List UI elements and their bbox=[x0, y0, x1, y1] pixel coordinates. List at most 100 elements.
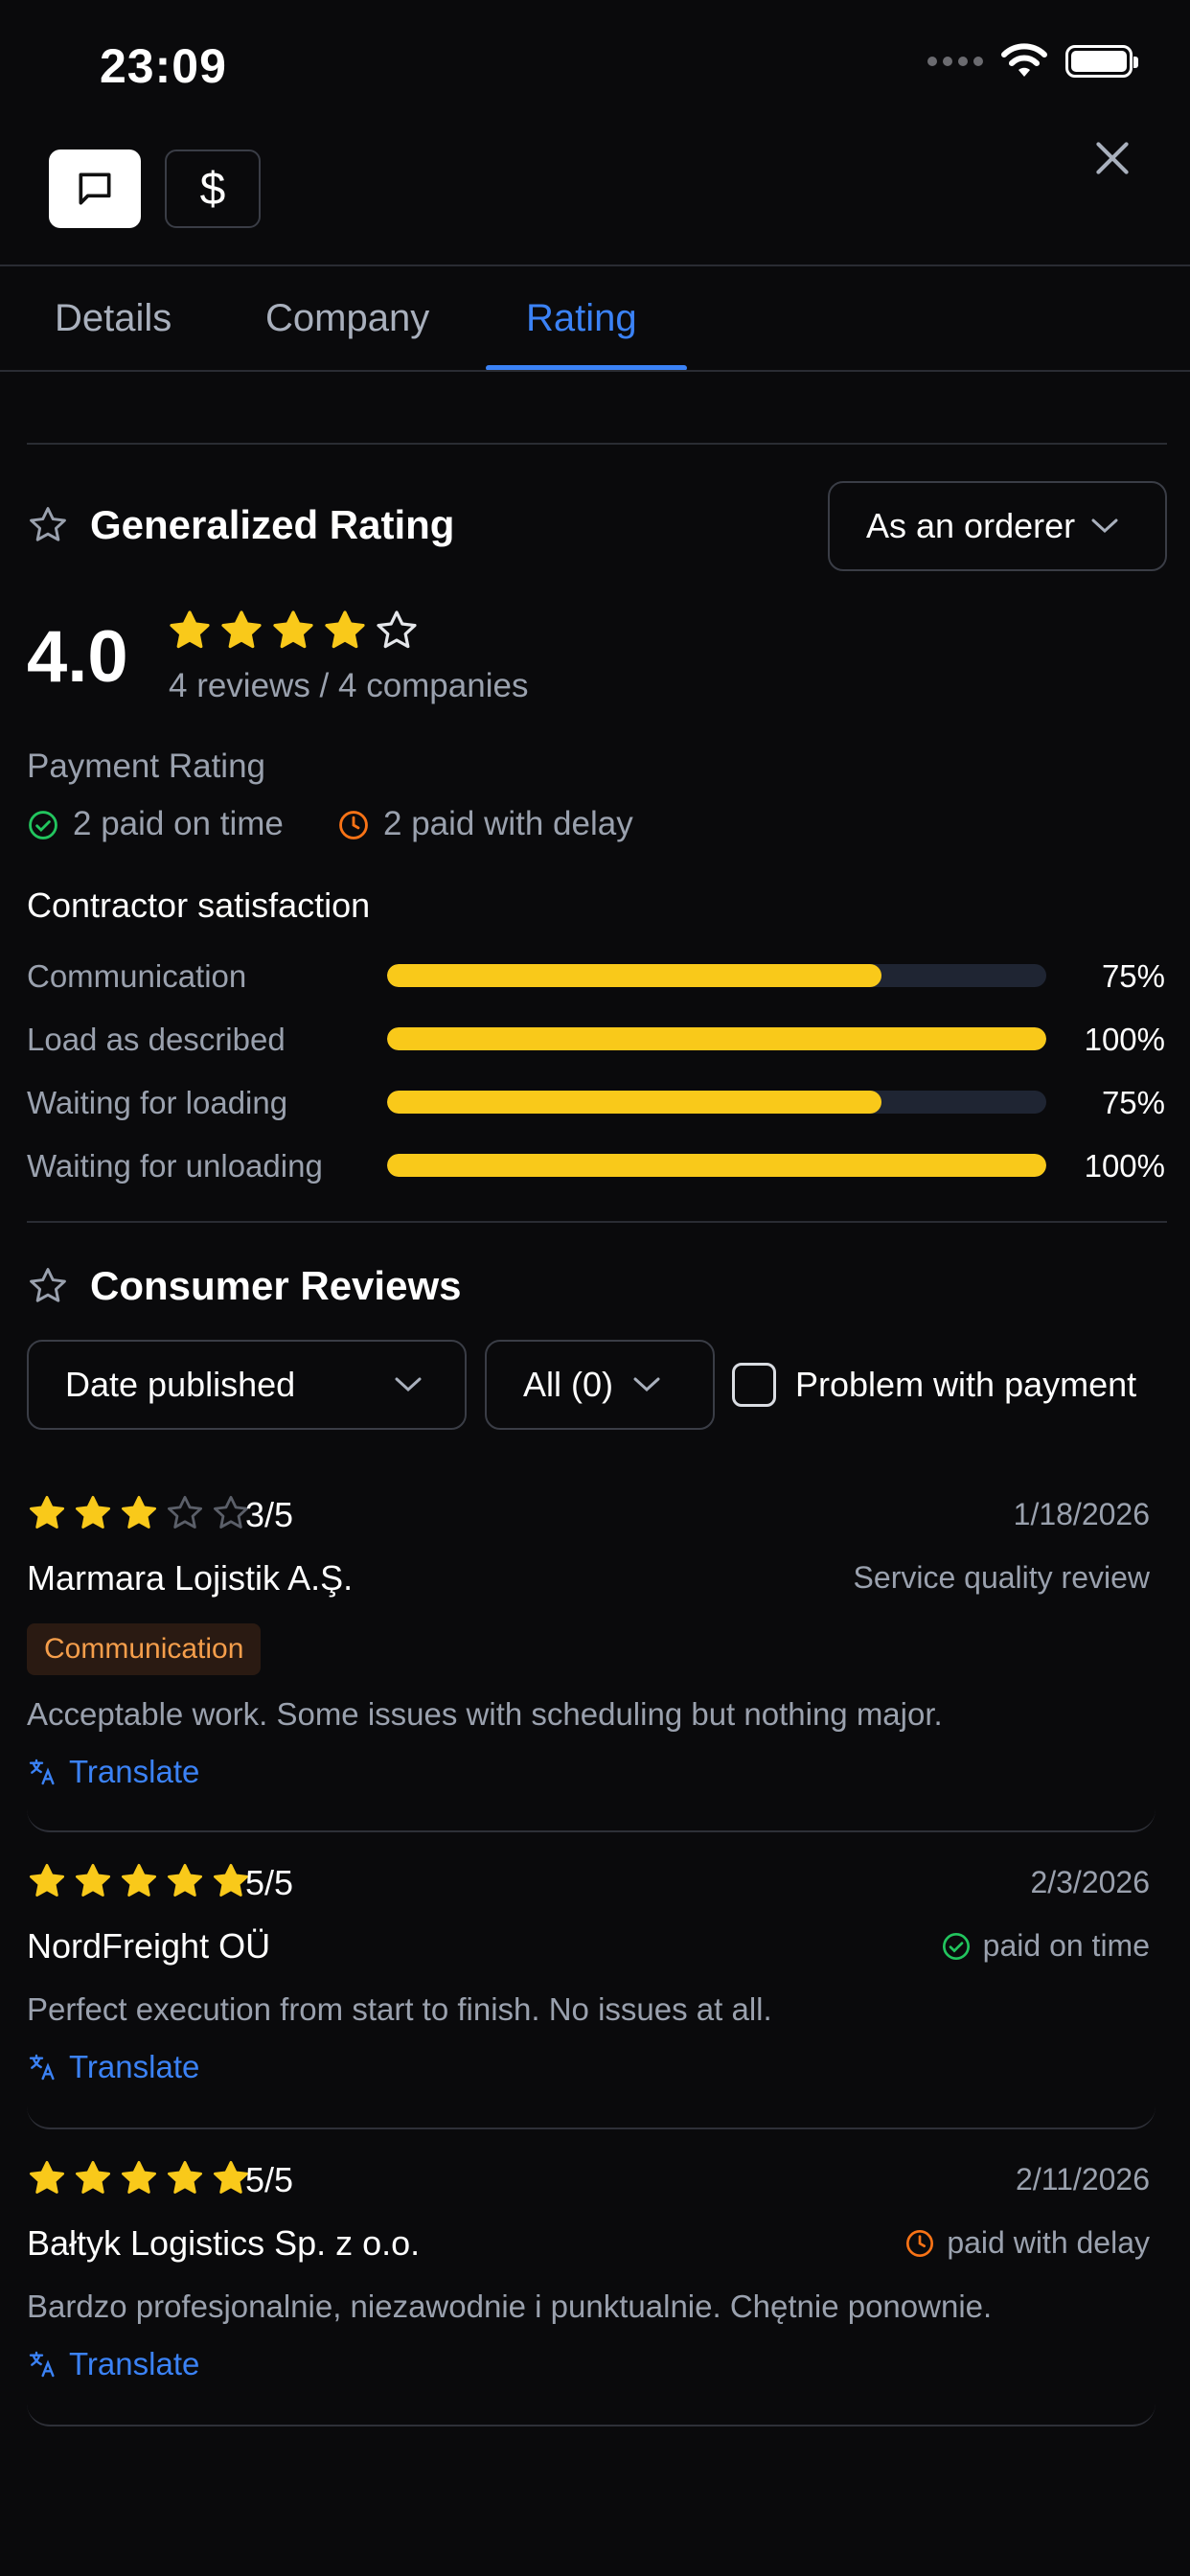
review-card[interactable]: 5/5 2/11/2026 Bałtyk Logistics Sp. z o.o. p… bbox=[27, 2129, 1156, 2426]
satisfaction-bar-fill bbox=[387, 1154, 1046, 1177]
satisfaction-bar-fill bbox=[387, 1027, 1046, 1050]
role-select[interactable]: As an orderer bbox=[828, 481, 1167, 571]
satisfaction-label: Waiting for loading bbox=[27, 1085, 288, 1120]
star-filled-icon bbox=[273, 610, 313, 649]
payment-rating-title: Payment Rating bbox=[27, 748, 266, 785]
review-company: Bałtyk Logistics Sp. z o.o. bbox=[27, 2223, 421, 2263]
dollar-icon: $ bbox=[199, 163, 226, 215]
chat-button[interactable] bbox=[49, 150, 141, 228]
role-select-value: As an orderer bbox=[866, 506, 1076, 545]
review-chip: Communication bbox=[27, 1623, 262, 1675]
review-tag-text: Service quality review bbox=[853, 1560, 1150, 1595]
consumer-reviews-title: Consumer Reviews bbox=[90, 1263, 462, 1308]
filter-select[interactable]: All (0) bbox=[485, 1340, 715, 1430]
check-circle-icon bbox=[942, 1932, 970, 1960]
satisfaction-label: Load as described bbox=[27, 1022, 286, 1057]
review-text: Perfect execution from start to finish. … bbox=[27, 1991, 772, 2027]
star-filled-icon bbox=[221, 610, 262, 649]
satisfaction-bar-fill bbox=[387, 964, 881, 987]
star-filled-icon bbox=[29, 1863, 65, 1897]
translate-link[interactable]: Translate bbox=[27, 2346, 199, 2382]
translate-icon bbox=[29, 2351, 55, 2378]
tab-company[interactable]: Company bbox=[265, 297, 429, 340]
translate-icon bbox=[29, 1759, 55, 1785]
satisfaction-bar bbox=[387, 1154, 1046, 1177]
divider bbox=[0, 370, 1190, 372]
star-filled-icon bbox=[167, 1863, 203, 1897]
translate-link[interactable]: Translate bbox=[27, 2049, 199, 2085]
tab-bar: Details Company Rating bbox=[0, 266, 1190, 372]
satisfaction-label: Communication bbox=[27, 958, 247, 994]
status-icons bbox=[927, 42, 1138, 80]
problem-with-payment-checkbox[interactable] bbox=[732, 1363, 776, 1407]
review-tag: paid on time bbox=[941, 1928, 1150, 1964]
review-tag: Service quality review bbox=[854, 1560, 1150, 1596]
satisfaction-value: 100% bbox=[1084, 1022, 1165, 1057]
review-card[interactable]: 5/5 2/3/2026 NordFreight OÜ paid on time Per… bbox=[27, 1832, 1156, 2129]
filter-select-value: All (0) bbox=[523, 1365, 614, 1404]
review-date: 2/11/2026 bbox=[1016, 2162, 1150, 2196]
signal-icon bbox=[927, 57, 983, 66]
review-card[interactable]: 3/5 1/18/2026 Marmara Lojistik A.Ş. Service… bbox=[27, 1464, 1156, 1832]
satisfaction-value: 75% bbox=[1101, 1085, 1165, 1120]
star-filled-icon bbox=[121, 1863, 157, 1897]
review-stars bbox=[27, 1861, 251, 1901]
translate-icon bbox=[29, 2054, 55, 2081]
star-empty-icon bbox=[167, 1495, 203, 1529]
wifi-icon bbox=[1001, 43, 1047, 77]
review-tag-text: paid with delay bbox=[947, 2225, 1150, 2260]
review-score: 5/5 bbox=[245, 2160, 294, 2199]
star-filled-icon bbox=[121, 1495, 157, 1529]
satisfaction-bar-fill bbox=[387, 1091, 881, 1114]
star-filled-icon bbox=[121, 2160, 157, 2194]
translate-link[interactable]: Translate bbox=[27, 1754, 199, 1790]
star-filled-icon bbox=[75, 1495, 111, 1529]
chevron-down-icon bbox=[633, 1377, 660, 1392]
close-icon[interactable] bbox=[1088, 134, 1136, 182]
chat-icon bbox=[79, 172, 111, 205]
battery-icon bbox=[1065, 45, 1138, 78]
satisfaction-value: 75% bbox=[1101, 958, 1165, 994]
clock-icon bbox=[339, 811, 368, 840]
review-date: 1/18/2026 bbox=[1013, 1497, 1150, 1531]
star-filled-icon bbox=[29, 2160, 65, 2194]
star-filled-icon bbox=[75, 2160, 111, 2194]
problem-with-payment-label: Problem with payment bbox=[795, 1365, 1137, 1404]
translate-label: Translate bbox=[69, 1754, 200, 1789]
star-outline-icon bbox=[30, 1268, 66, 1302]
rating-score: 4.0 bbox=[27, 616, 128, 698]
review-tag-text: paid on time bbox=[982, 1928, 1150, 1963]
review-score: 5/5 bbox=[245, 1863, 294, 1902]
rating-stars bbox=[167, 608, 420, 654]
sort-select[interactable]: Date published bbox=[27, 1340, 467, 1430]
star-outline-icon bbox=[30, 507, 66, 541]
review-score: 3/5 bbox=[245, 1495, 294, 1534]
clock-icon bbox=[906, 2229, 934, 2257]
divider bbox=[27, 1221, 1167, 1223]
star-filled-icon bbox=[325, 610, 365, 649]
star-filled-icon bbox=[170, 610, 210, 649]
satisfaction-bar bbox=[387, 1091, 1046, 1114]
review-stars bbox=[27, 2158, 251, 2198]
chevron-down-icon bbox=[1091, 518, 1118, 534]
check-circle-icon bbox=[29, 811, 57, 840]
tab-details[interactable]: Details bbox=[55, 297, 172, 340]
translate-label: Translate bbox=[69, 2049, 200, 2084]
star-filled-icon bbox=[167, 2160, 203, 2194]
status-time: 23:09 bbox=[100, 39, 227, 93]
generalized-rating-title: Generalized Rating bbox=[90, 502, 455, 547]
tab-rating[interactable]: Rating bbox=[526, 297, 637, 340]
price-button[interactable]: $ bbox=[165, 150, 261, 228]
star-empty-icon bbox=[377, 610, 417, 649]
satisfaction-bar bbox=[387, 1027, 1046, 1050]
review-date: 2/3/2026 bbox=[1030, 1865, 1150, 1899]
satisfaction-label: Waiting for unloading bbox=[27, 1148, 323, 1184]
translate-label: Translate bbox=[69, 2346, 200, 2381]
sort-select-value: Date published bbox=[65, 1365, 296, 1404]
chevron-down-icon bbox=[395, 1377, 422, 1392]
paid-with-delay-count: 2 paid with delay bbox=[383, 805, 633, 842]
review-text: Acceptable work. Some issues with schedu… bbox=[27, 1696, 943, 1732]
paid-on-time-count: 2 paid on time bbox=[73, 805, 284, 842]
review-company: Marmara Lojistik A.Ş. bbox=[27, 1558, 354, 1598]
star-filled-icon bbox=[75, 1863, 111, 1897]
